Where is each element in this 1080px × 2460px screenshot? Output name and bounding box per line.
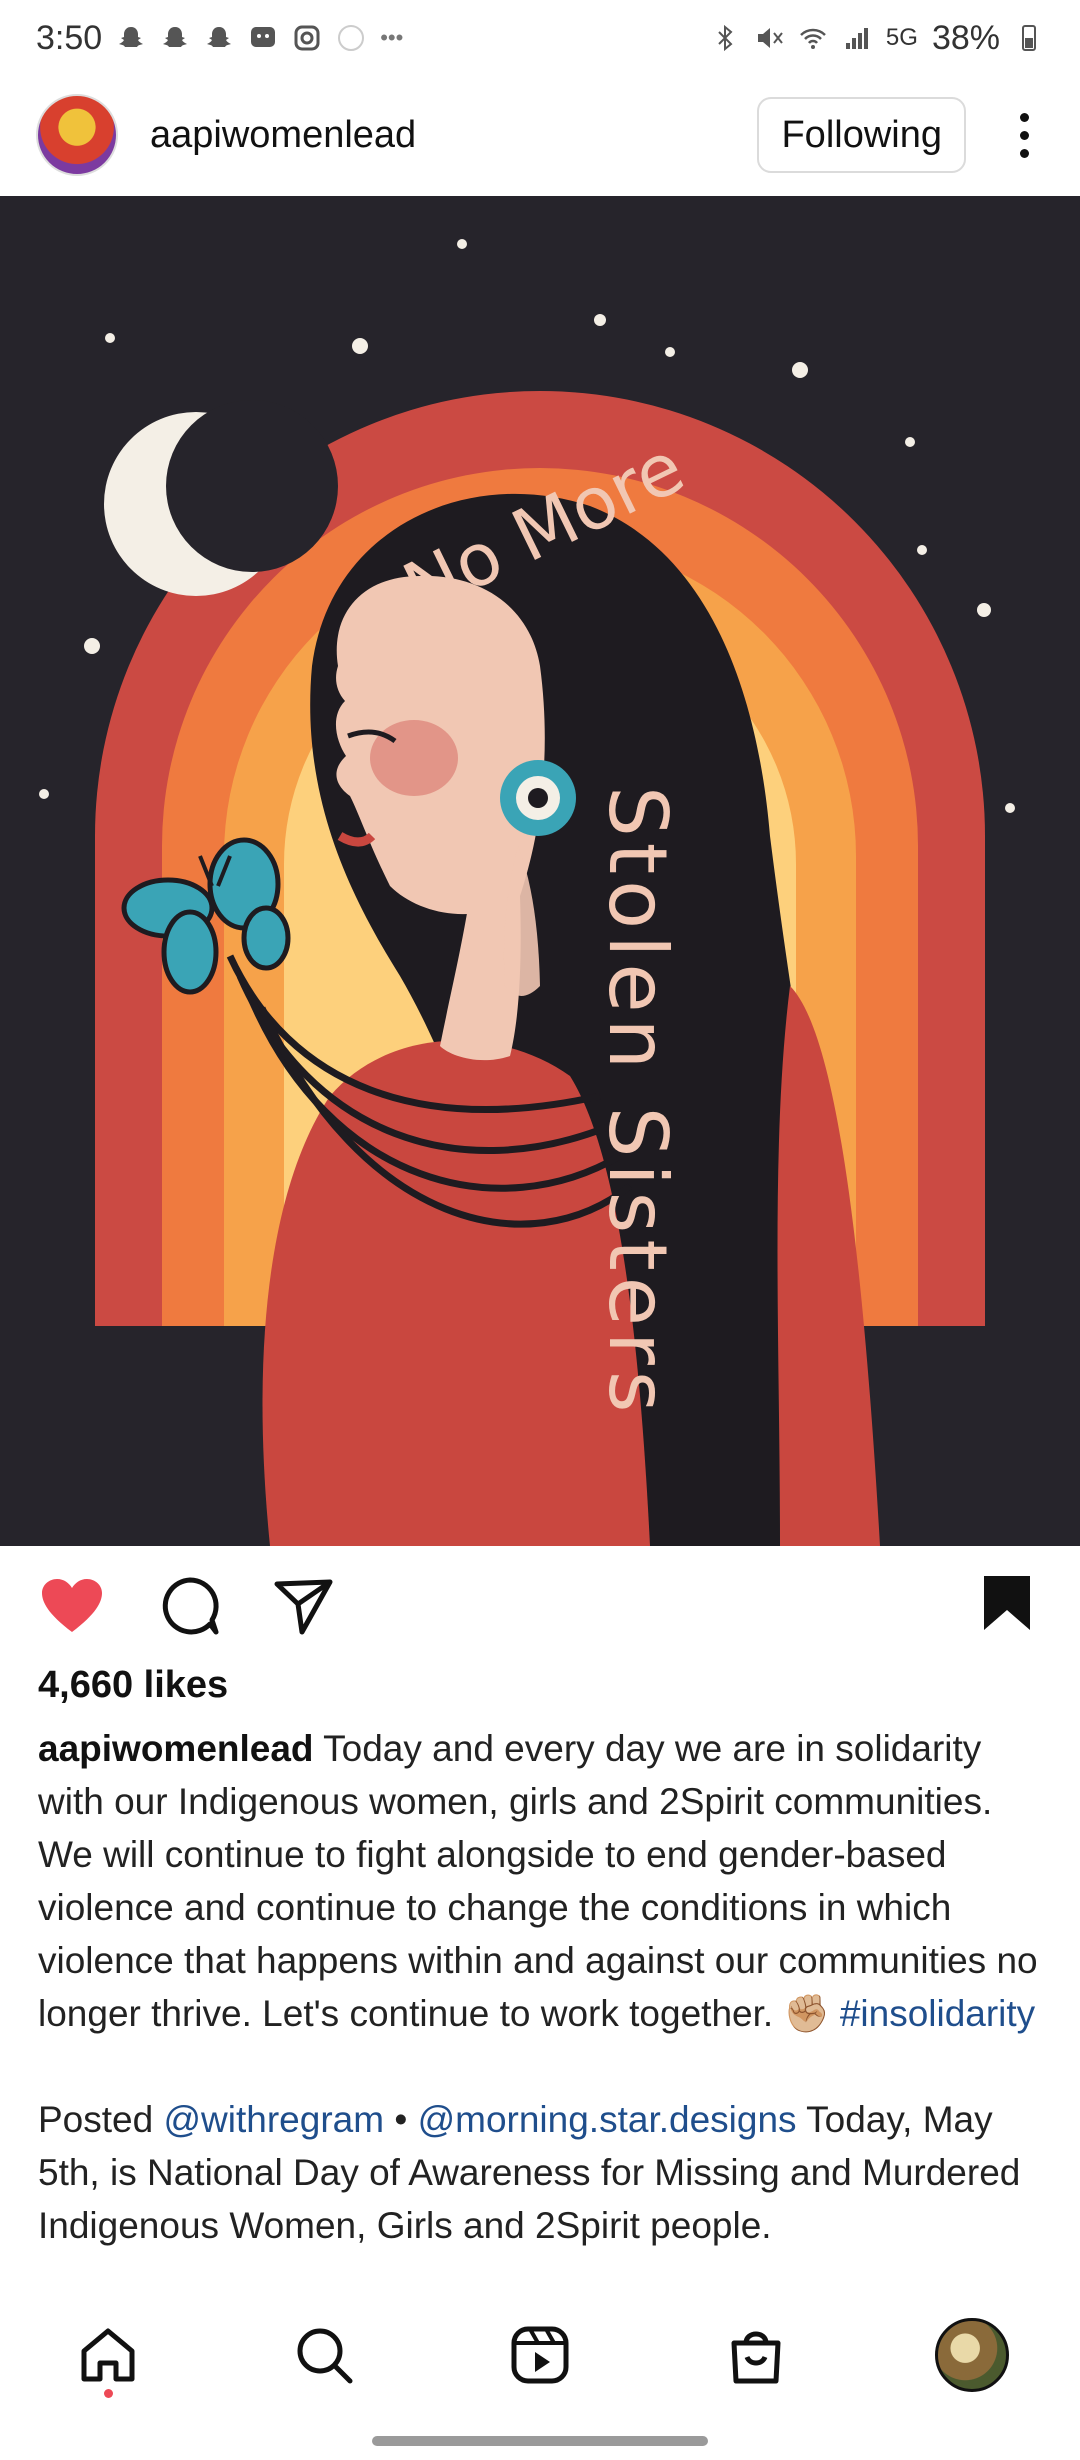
- nav-shop[interactable]: [711, 2310, 801, 2400]
- status-time: 3:50: [36, 18, 103, 57]
- artwork-illustration: No More Stolen Sisters: [39, 239, 1015, 1546]
- nav-search[interactable]: [279, 2310, 369, 2400]
- likes-count[interactable]: 4,660 likes: [38, 1664, 228, 1707]
- nav-home-indicator: [104, 2389, 113, 2398]
- circle-icon: [338, 25, 365, 51]
- home-icon: [81, 2328, 135, 2382]
- heart-icon[interactable]: [38, 1576, 106, 1636]
- bookmark-icon[interactable]: [980, 1572, 1034, 1634]
- caption-text: Today and every day we are in solidarity…: [38, 1728, 1038, 2034]
- instagram-icon: [294, 25, 320, 51]
- caption-username[interactable]: aapiwomenlead: [38, 1728, 314, 1769]
- nav-reels[interactable]: [495, 2310, 585, 2400]
- battery-percentage: 38%: [931, 18, 1000, 57]
- snapchat-icon: [207, 27, 232, 47]
- post-username[interactable]: aapiwomenlead: [150, 114, 757, 157]
- hashtag-link[interactable]: #insolidarity: [840, 1993, 1035, 2034]
- share-icon[interactable]: [272, 1574, 336, 1638]
- post-image[interactable]: No More Stolen Sisters: [0, 196, 1080, 1546]
- signal-icon: [845, 28, 868, 49]
- nav-home[interactable]: [63, 2310, 153, 2400]
- mention-withregram[interactable]: @withregram: [163, 2099, 384, 2140]
- status-bar: 3:50 ••• 5G 38%: [0, 0, 1080, 76]
- network-type: 5G: [885, 24, 918, 51]
- more-options-icon[interactable]: [1004, 112, 1044, 158]
- wifi-icon: [800, 28, 826, 49]
- bluetooth-icon: [718, 24, 733, 52]
- search-icon: [297, 2328, 353, 2384]
- comment-icon[interactable]: [158, 1574, 222, 1638]
- bottom-navigation: [0, 2290, 1080, 2420]
- home-gesture-bar[interactable]: [372, 2436, 708, 2446]
- mute-icon: [757, 28, 783, 48]
- separator-dot: •: [394, 2099, 408, 2140]
- following-button[interactable]: Following: [757, 97, 966, 173]
- posted-label: Posted: [38, 2099, 154, 2140]
- profile-avatar[interactable]: [36, 94, 118, 176]
- fist-emoji: ✊🏼: [783, 1993, 830, 2034]
- profile-avatar: [935, 2318, 1009, 2392]
- shop-icon: [731, 2331, 781, 2384]
- nav-profile[interactable]: [927, 2310, 1017, 2400]
- mention-morningstar[interactable]: @morning.star.designs: [418, 2099, 797, 2140]
- art-text-line2: Stolen Sisters: [591, 786, 684, 1419]
- snapchat-icon: [119, 27, 144, 47]
- snapchat-icon: [163, 27, 188, 47]
- post-header: aapiwomenlead Following: [0, 76, 1080, 194]
- post-caption: aapiwomenlead Today and every day we are…: [38, 1722, 1048, 2252]
- post-action-bar: [0, 1560, 1080, 1650]
- chat-app-icon: [251, 27, 276, 47]
- reels-icon: [511, 2326, 569, 2384]
- battery-icon: [1022, 25, 1036, 51]
- more-notifications-icon: •••: [380, 25, 404, 50]
